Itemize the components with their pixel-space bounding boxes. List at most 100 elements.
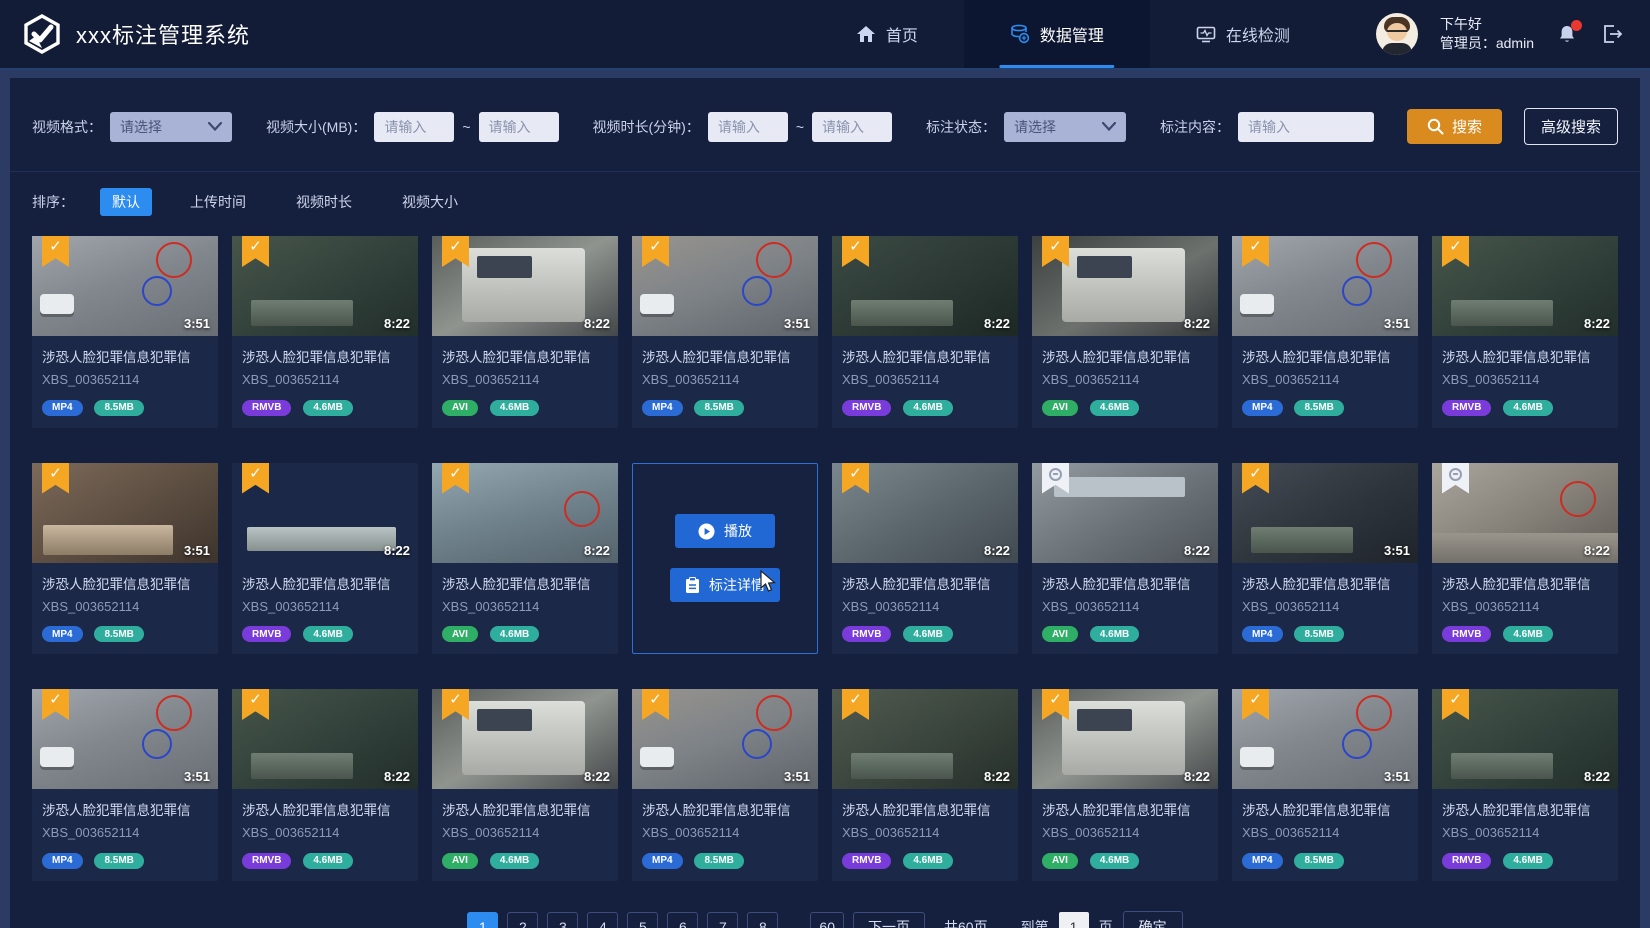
video-card[interactable]: ✓ 3:51 涉恐人脸犯罪信息犯罪信 XBS_003652114 MP4 8.5… bbox=[632, 689, 818, 881]
selected-check-ribbon[interactable]: ✓ bbox=[1242, 463, 1269, 494]
play-button[interactable]: 播放 bbox=[675, 514, 775, 548]
advanced-search-button[interactable]: 高级搜索 bbox=[1524, 108, 1618, 145]
video-duration: 8:22 bbox=[984, 316, 1010, 331]
video-duration: 8:22 bbox=[584, 316, 610, 331]
search-button[interactable]: 搜索 bbox=[1407, 109, 1502, 144]
selected-check-ribbon[interactable]: ✓ bbox=[242, 689, 269, 720]
excluded-ribbon[interactable] bbox=[1442, 463, 1469, 494]
video-card[interactable]: ✓ 8:22 涉恐人脸犯罪信息犯罪信 XBS_003652114 AVI 4.6… bbox=[1032, 236, 1218, 428]
nav-item-home[interactable]: 首页 bbox=[810, 0, 964, 68]
format-badge: RMVB bbox=[842, 853, 891, 869]
selected-check-ribbon[interactable]: ✓ bbox=[1042, 236, 1069, 267]
selected-check-ribbon[interactable]: ✓ bbox=[42, 689, 69, 720]
video-id: XBS_003652114 bbox=[1242, 599, 1408, 614]
video-card[interactable]: ✓ 8:22 涉恐人脸犯罪信息犯罪信 XBS_003652114 AVI 4.6… bbox=[432, 463, 618, 655]
video-card[interactable]: ✓ 8:22 涉恐人脸犯罪信息犯罪信 XBS_003652114 AVI 4.6… bbox=[432, 689, 618, 881]
page-button[interactable]: 8 bbox=[747, 912, 778, 928]
nav-item-online-detection[interactable]: 在线检测 bbox=[1150, 0, 1336, 68]
selected-check-ribbon[interactable]: ✓ bbox=[242, 236, 269, 267]
badge-row: RMVB 4.6MB bbox=[242, 397, 408, 416]
format-badge: RMVB bbox=[842, 626, 891, 642]
detection-circle-red bbox=[756, 242, 792, 278]
page-button[interactable]: 6 bbox=[667, 912, 698, 928]
video-card[interactable]: ✓ 3:51 涉恐人脸犯罪信息犯罪信 XBS_003652114 MP4 8.5… bbox=[1232, 463, 1418, 655]
page-button[interactable]: 3 bbox=[547, 912, 578, 928]
selected-check-ribbon[interactable]: ✓ bbox=[1242, 236, 1269, 267]
video-card[interactable]: ✓ 3:51 涉恐人脸犯罪信息犯罪信 XBS_003652114 MP4 8.5… bbox=[32, 689, 218, 881]
page-button[interactable]: 60 bbox=[810, 912, 844, 928]
page-button[interactable]: 5 bbox=[627, 912, 658, 928]
video-card[interactable]: ✓ 3:51 涉恐人脸犯罪信息犯罪信 XBS_003652114 MP4 8.5… bbox=[1232, 236, 1418, 428]
selected-check-ribbon[interactable]: ✓ bbox=[442, 236, 469, 267]
video-card[interactable]: ✓ 8:22 涉恐人脸犯罪信息犯罪信 XBS_003652114 AVI 4.6… bbox=[1032, 689, 1218, 881]
video-card[interactable]: ✓ 3:51 涉恐人脸犯罪信息犯罪信 XBS_003652114 MP4 8.5… bbox=[632, 236, 818, 428]
video-card[interactable]: ✓ 8:22 涉恐人脸犯罪信息犯罪信 XBS_003652114 RMVB 4.… bbox=[232, 463, 418, 655]
video-card[interactable]: ✓ 8:22 涉恐人脸犯罪信息犯罪信 XBS_003652114 RMVB 4.… bbox=[1432, 689, 1618, 881]
page-button[interactable]: 7 bbox=[707, 912, 738, 928]
annotation-status-select[interactable]: 请选择 bbox=[1004, 112, 1126, 142]
video-card[interactable]: 8:22 涉恐人脸犯罪信息犯罪信 XBS_003652114 RMVB 4.6M… bbox=[1432, 463, 1618, 655]
notifications-button[interactable] bbox=[1556, 23, 1578, 45]
size-badge: 8.5MB bbox=[94, 626, 143, 642]
selected-check-ribbon[interactable]: ✓ bbox=[842, 689, 869, 720]
size-badge: 4.6MB bbox=[903, 400, 952, 416]
range-separator: ~ bbox=[462, 119, 470, 135]
video-card[interactable]: ✓ 3:51 涉恐人脸犯罪信息犯罪信 XBS_003652114 MP4 8.5… bbox=[1232, 689, 1418, 881]
video-card[interactable]: ✓ 3:51 涉恐人脸犯罪信息犯罪信 XBS_003652114 MP4 8.5… bbox=[32, 236, 218, 428]
selected-check-ribbon[interactable]: ✓ bbox=[1442, 689, 1469, 720]
sort-option-size[interactable]: 视频大小 bbox=[390, 188, 470, 216]
selected-check-ribbon[interactable]: ✓ bbox=[842, 236, 869, 267]
card-body: 涉恐人脸犯罪信息犯罪信 XBS_003652114 RMVB 4.6MB bbox=[1432, 789, 1618, 881]
selected-check-ribbon[interactable]: ✓ bbox=[442, 463, 469, 494]
video-card[interactable]: ✓ 8:22 涉恐人脸犯罪信息犯罪信 XBS_003652114 RMVB 4.… bbox=[832, 236, 1018, 428]
card-body: 涉恐人脸犯罪信息犯罪信 XBS_003652114 MP4 8.5MB bbox=[1232, 789, 1418, 881]
selected-check-ribbon[interactable]: ✓ bbox=[442, 689, 469, 720]
sort-option-upload-time[interactable]: 上传时间 bbox=[178, 188, 258, 216]
selected-check-ribbon[interactable]: ✓ bbox=[42, 463, 69, 494]
page-button[interactable]: 1 bbox=[467, 912, 498, 928]
video-card[interactable]: ✓ 8:22 涉恐人脸犯罪信息犯罪信 XBS_003652114 RMVB 4.… bbox=[232, 236, 418, 428]
selected-check-ribbon[interactable]: ✓ bbox=[242, 463, 269, 494]
format-badge: RMVB bbox=[1442, 626, 1491, 642]
video-id: XBS_003652114 bbox=[1242, 372, 1408, 387]
size-min-input[interactable] bbox=[374, 112, 454, 142]
video-card[interactable]: 8:22 涉恐人脸犯罪信息犯罪信 XBS_003652114 AVI 4.6MB bbox=[1032, 463, 1218, 655]
video-card-hovered[interactable]: 播放标注详情 bbox=[632, 463, 818, 655]
nav-item-data-management[interactable]: 数据管理 bbox=[964, 0, 1150, 68]
annotation-detail-button[interactable]: 标注详情 bbox=[670, 568, 780, 602]
sort-option-default[interactable]: 默认 bbox=[100, 188, 152, 216]
size-badge: 4.6MB bbox=[490, 400, 539, 416]
duration-max-input[interactable] bbox=[812, 112, 892, 142]
next-page-button[interactable]: 下一页 bbox=[853, 912, 925, 928]
video-card[interactable]: ✓ 8:22 涉恐人脸犯罪信息犯罪信 XBS_003652114 RMVB 4.… bbox=[832, 689, 1018, 881]
duration-min-input[interactable] bbox=[708, 112, 788, 142]
selected-check-ribbon[interactable]: ✓ bbox=[842, 463, 869, 494]
size-max-input[interactable] bbox=[479, 112, 559, 142]
selected-check-ribbon[interactable]: ✓ bbox=[1442, 236, 1469, 267]
logout-button[interactable] bbox=[1600, 22, 1624, 46]
badge-row: MP4 8.5MB bbox=[42, 397, 208, 416]
video-card[interactable]: ✓ 3:51 涉恐人脸犯罪信息犯罪信 XBS_003652114 MP4 8.5… bbox=[32, 463, 218, 655]
video-card[interactable]: ✓ 8:22 涉恐人脸犯罪信息犯罪信 XBS_003652114 RMVB 4.… bbox=[1432, 236, 1618, 428]
video-card[interactable]: ✓ 8:22 涉恐人脸犯罪信息犯罪信 XBS_003652114 RMVB 4.… bbox=[232, 689, 418, 881]
page-button[interactable]: 4 bbox=[587, 912, 618, 928]
video-format-select[interactable]: 请选择 bbox=[110, 112, 232, 142]
goto-confirm-button[interactable]: 确定 bbox=[1123, 911, 1183, 928]
page-button[interactable]: 2 bbox=[507, 912, 538, 928]
sort-option-duration[interactable]: 视频时长 bbox=[284, 188, 364, 216]
detection-circle-red bbox=[756, 695, 792, 731]
goto-page-input[interactable] bbox=[1059, 912, 1089, 928]
selected-check-ribbon[interactable]: ✓ bbox=[1242, 689, 1269, 720]
selected-check-ribbon[interactable]: ✓ bbox=[642, 689, 669, 720]
annotation-content-input[interactable] bbox=[1238, 112, 1374, 142]
video-card[interactable]: ✓ 8:22 涉恐人脸犯罪信息犯罪信 XBS_003652114 RMVB 4.… bbox=[832, 463, 1018, 655]
badge-row: RMVB 4.6MB bbox=[1442, 397, 1608, 416]
excluded-ribbon[interactable] bbox=[1042, 463, 1069, 494]
user-avatar[interactable] bbox=[1376, 13, 1418, 55]
detection-circle-red bbox=[1356, 695, 1392, 731]
badge-row: AVI 4.6MB bbox=[442, 624, 608, 643]
selected-check-ribbon[interactable]: ✓ bbox=[1042, 689, 1069, 720]
video-card[interactable]: ✓ 8:22 涉恐人脸犯罪信息犯罪信 XBS_003652114 AVI 4.6… bbox=[432, 236, 618, 428]
selected-check-ribbon[interactable]: ✓ bbox=[42, 236, 69, 267]
selected-check-ribbon[interactable]: ✓ bbox=[642, 236, 669, 267]
